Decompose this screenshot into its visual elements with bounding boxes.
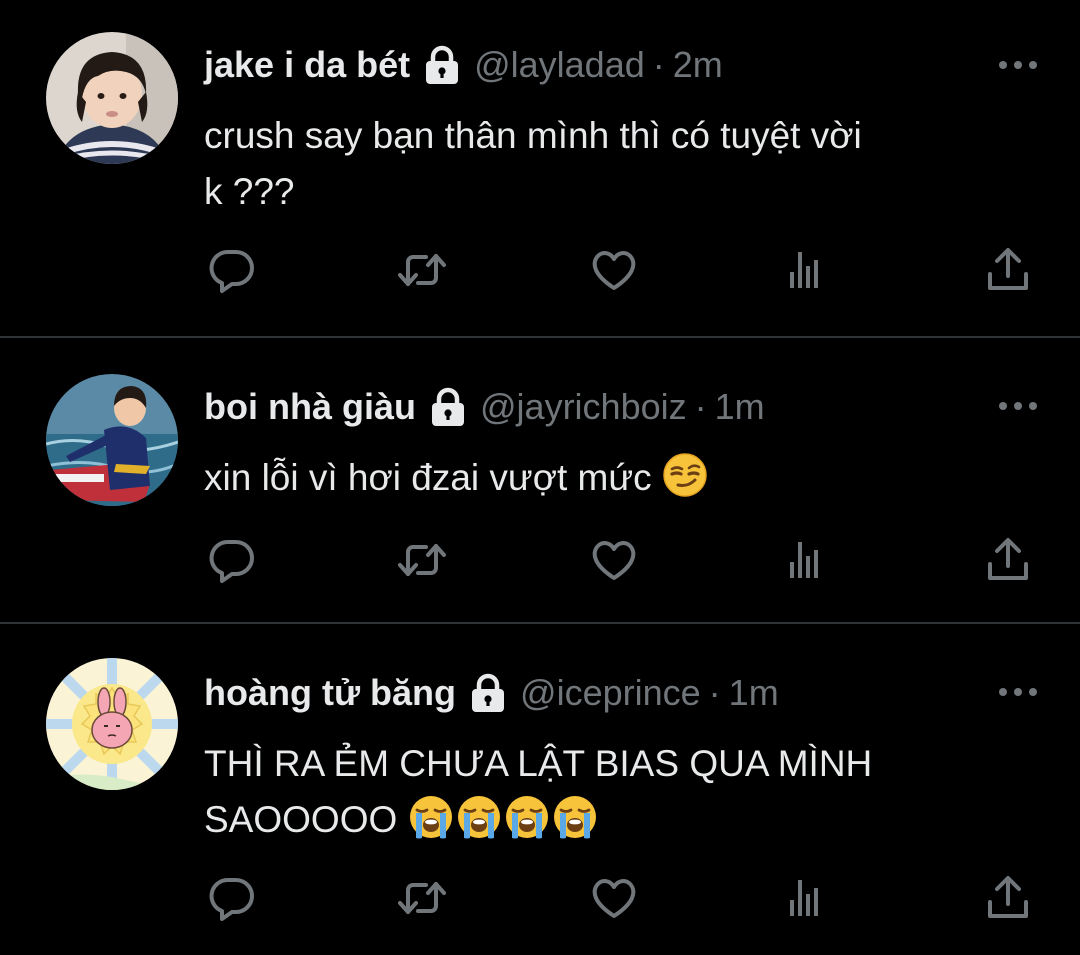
smirking-face-emoji [662, 452, 708, 498]
handle[interactable]: @layladad [474, 44, 645, 86]
lock-icon [424, 45, 460, 85]
display-name[interactable]: hoàng tử băng [204, 672, 456, 714]
loudly-crying-face-emoji [408, 794, 454, 840]
more-icon[interactable] [996, 396, 1040, 416]
loudly-crying-face-emoji [504, 794, 550, 840]
tweet[interactable]: jake i da bét @layladad · 2m crush say b… [0, 0, 1080, 336]
tweet-text: xin lỗi vì hơi đzai vượt mức [204, 450, 994, 506]
tweet-text: crush say bạn thân mình thì có tuyệt vời… [204, 108, 994, 220]
views-icon[interactable] [780, 872, 832, 924]
avatar[interactable] [46, 32, 178, 164]
views-icon[interactable] [780, 534, 832, 586]
retweet-icon[interactable] [396, 534, 448, 586]
reply-icon[interactable] [206, 872, 258, 924]
timestamp[interactable]: 2m [673, 44, 723, 86]
tweet[interactable]: boi nhà giàu @jayrichboiz · 1m xin lỗi v… [0, 338, 1080, 622]
views-icon[interactable] [780, 244, 832, 296]
share-icon[interactable] [982, 244, 1034, 296]
tweet-header: hoàng tử băng @iceprince · 1m [204, 668, 779, 718]
like-icon[interactable] [588, 872, 640, 924]
tweet-text: THÌ RA ẺM CHƯA LẬT BIAS QUA MÌNH SAOOOOO [204, 736, 994, 848]
lock-icon [470, 673, 506, 713]
tweet-header: boi nhà giàu @jayrichboiz · 1m [204, 382, 765, 432]
loudly-crying-face-emoji [456, 794, 502, 840]
tweet[interactable]: hoàng tử băng @iceprince · 1m THÌ RA ẺM … [0, 624, 1080, 955]
lock-icon [430, 387, 466, 427]
share-icon[interactable] [982, 872, 1034, 924]
timestamp[interactable]: 1m [729, 672, 779, 714]
like-icon[interactable] [588, 534, 640, 586]
handle[interactable]: @jayrichboiz [480, 386, 687, 428]
retweet-icon[interactable] [396, 244, 448, 296]
handle[interactable]: @iceprince [520, 672, 701, 714]
separator-dot: · [652, 44, 665, 85]
loudly-crying-face-emoji [552, 794, 598, 840]
avatar[interactable] [46, 658, 178, 790]
reply-icon[interactable] [206, 534, 258, 586]
avatar[interactable] [46, 374, 178, 506]
tweet-header: jake i da bét @layladad · 2m [204, 40, 723, 90]
more-icon[interactable] [996, 682, 1040, 702]
retweet-icon[interactable] [396, 872, 448, 924]
tweet-text-content: xin lỗi vì hơi đzai vượt mức [204, 457, 662, 498]
display-name[interactable]: boi nhà giàu [204, 386, 416, 428]
tweet-text-content: crush say bạn thân mình thì có tuyệt vời… [204, 115, 862, 212]
more-icon[interactable] [996, 55, 1040, 75]
separator-dot: · [708, 672, 721, 713]
like-icon[interactable] [588, 244, 640, 296]
timestamp[interactable]: 1m [715, 386, 765, 428]
timeline-feed: jake i da bét @layladad · 2m crush say b… [0, 0, 1080, 955]
display-name[interactable]: jake i da bét [204, 44, 410, 86]
share-icon[interactable] [982, 534, 1034, 586]
separator-dot: · [694, 386, 707, 427]
reply-icon[interactable] [206, 244, 258, 296]
